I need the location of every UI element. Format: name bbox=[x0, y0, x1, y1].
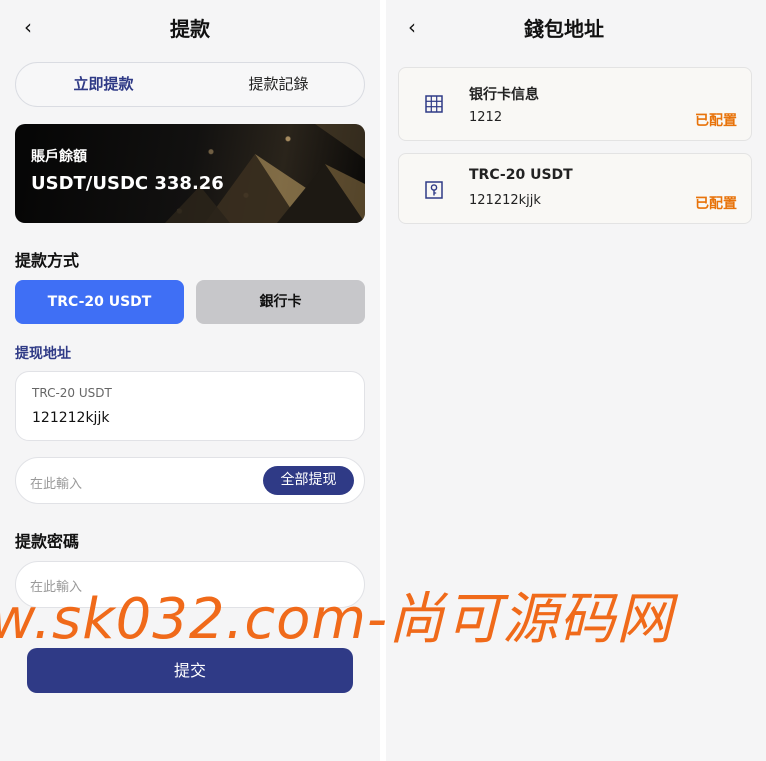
wallet-card-trc20[interactable]: TRC-20 USDT 121212kjjk 已配置 bbox=[398, 153, 752, 224]
amount-placeholder: 在此輸入 bbox=[30, 477, 83, 492]
withdraw-all-button[interactable]: 全部提现 bbox=[263, 466, 354, 495]
balance-card: 賬戶餘額 USDT/USDC 338.26 bbox=[15, 124, 365, 223]
watermark-text: w.sk032.com-尚可源码网 bbox=[0, 587, 674, 652]
wallet-card-value: 121212kjjk bbox=[469, 193, 541, 208]
address-title: 提现地址 bbox=[15, 346, 71, 362]
page-title: 提款 bbox=[170, 17, 210, 41]
wallet-card-bank[interactable]: 银行卡信息 1212 已配置 bbox=[398, 67, 752, 141]
withdraw-tabs: 立即提款 提款記錄 bbox=[15, 62, 365, 107]
method-section-title: 提款方式 bbox=[15, 251, 80, 270]
tab-withdraw-records[interactable]: 提款記錄 bbox=[191, 63, 366, 106]
balance-amount: USDT/USDC 338.26 bbox=[31, 173, 224, 194]
bank-grid-icon bbox=[425, 95, 443, 113]
wallet-card-status: 已配置 bbox=[695, 113, 737, 129]
wallet-card-name: TRC-20 USDT bbox=[469, 167, 573, 183]
method-trc20-button[interactable]: TRC-20 USDT bbox=[15, 280, 184, 324]
withdraw-address-field[interactable]: TRC-20 USDT 121212kjjk bbox=[15, 371, 365, 441]
wallet-card-name: 银行卡信息 bbox=[469, 87, 539, 103]
page-title: 錢包地址 bbox=[524, 17, 604, 41]
amount-input[interactable]: 在此輸入 全部提现 bbox=[15, 457, 365, 504]
password-title: 提款密碼 bbox=[15, 532, 80, 551]
address-type: TRC-20 USDT bbox=[32, 386, 112, 400]
balance-label: 賬戶餘額 bbox=[31, 149, 87, 165]
address-value: 121212kjjk bbox=[32, 410, 110, 426]
wallet-card-status: 已配置 bbox=[695, 196, 737, 212]
method-bank-card-button[interactable]: 銀行卡 bbox=[196, 280, 365, 324]
key-icon bbox=[425, 181, 443, 199]
wallet-card-value: 1212 bbox=[469, 110, 503, 125]
tab-withdraw-now[interactable]: 立即提款 bbox=[16, 63, 191, 106]
